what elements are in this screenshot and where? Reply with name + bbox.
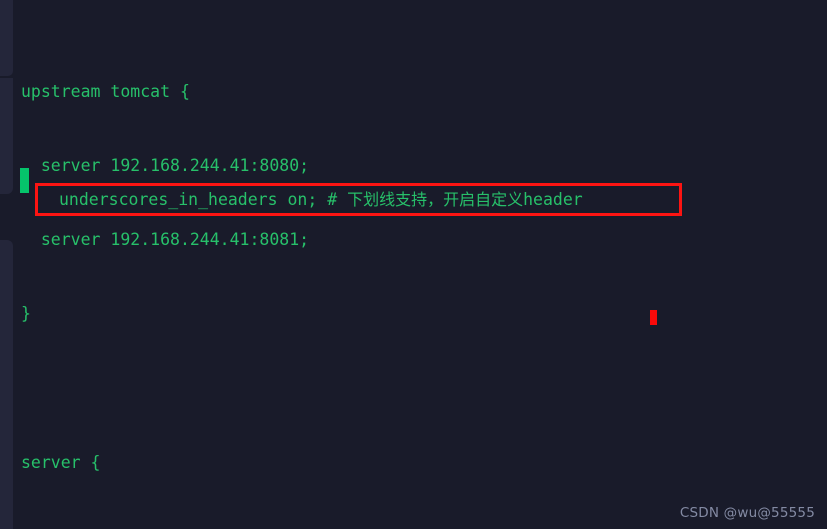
change-bar-marker <box>20 168 29 193</box>
code-line: server { <box>21 452 101 472</box>
comment-cjk-text: 下划线支持，开启自定义 <box>347 190 524 209</box>
code-area[interactable]: upstream tomcat { server 192.168.244.41:… <box>0 0 827 529</box>
code-line: upstream tomcat { <box>21 82 190 102</box>
annotated-code-line: underscores_in_headers on; # 下划线支持，开启自定义… <box>59 189 583 211</box>
annotated-directive: underscores_in_headers on; <box>59 190 318 209</box>
code-line: } <box>21 304 31 324</box>
csdn-watermark: CSDN @wu@55555 <box>679 505 815 521</box>
comment-tail-text: header <box>523 190 583 209</box>
code-line: server 192.168.244.41:8081; <box>21 230 310 250</box>
comment-space <box>337 190 347 209</box>
comment-hash-glyph: # <box>327 190 338 209</box>
code-line: listen 80; <box>0 525 827 529</box>
code-line: server 192.168.244.41:8080; <box>21 156 310 176</box>
error-marker[interactable] <box>650 310 657 325</box>
comment-hash <box>317 190 327 209</box>
code-editor-screenshot: upstream tomcat { server 192.168.244.41:… <box>0 0 827 529</box>
